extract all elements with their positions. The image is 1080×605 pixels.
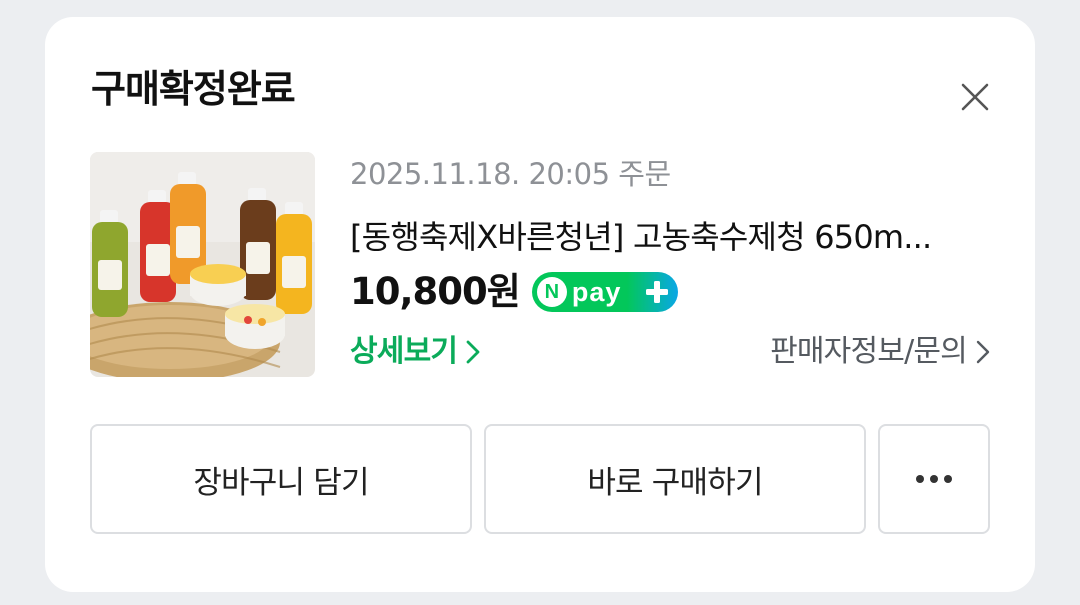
detail-view-label: 상세보기 xyxy=(350,334,458,369)
detail-view-link[interactable]: 상세보기 xyxy=(350,330,481,374)
more-options-button[interactable] xyxy=(878,424,990,534)
buy-now-button[interactable]: 바로 구매하기 xyxy=(484,424,866,534)
price-row: 10,800원 N pay xyxy=(350,267,678,317)
close-button[interactable] xyxy=(953,75,997,119)
product-name[interactable]: [동행축제X바른청년] 고농축수제청 650m... xyxy=(350,215,990,259)
seller-info-link[interactable]: 판매자정보/문의 xyxy=(770,330,991,374)
chevron-right-icon xyxy=(975,339,991,365)
order-date: 2025.11.18. 20:05 주문 xyxy=(350,157,671,191)
seller-info-label: 판매자정보/문의 xyxy=(770,334,968,369)
close-icon xyxy=(961,83,989,111)
more-icon xyxy=(916,475,952,483)
product-price: 10,800원 xyxy=(350,270,521,313)
add-to-cart-button[interactable]: 장바구니 담기 xyxy=(90,424,472,534)
npay-plus-badge: N pay xyxy=(531,272,678,312)
product-thumbnail[interactable] xyxy=(90,152,315,377)
plus-icon xyxy=(642,277,672,307)
modal-title: 구매확정완료 xyxy=(91,67,296,111)
purchase-confirm-modal: 구매확정완료 2025.11.18. 20:05 주문 [동행축제X바른청년] … xyxy=(45,17,1035,592)
npay-label: pay xyxy=(571,277,622,307)
chevron-right-icon xyxy=(465,339,481,365)
npay-n-icon: N xyxy=(536,277,567,307)
